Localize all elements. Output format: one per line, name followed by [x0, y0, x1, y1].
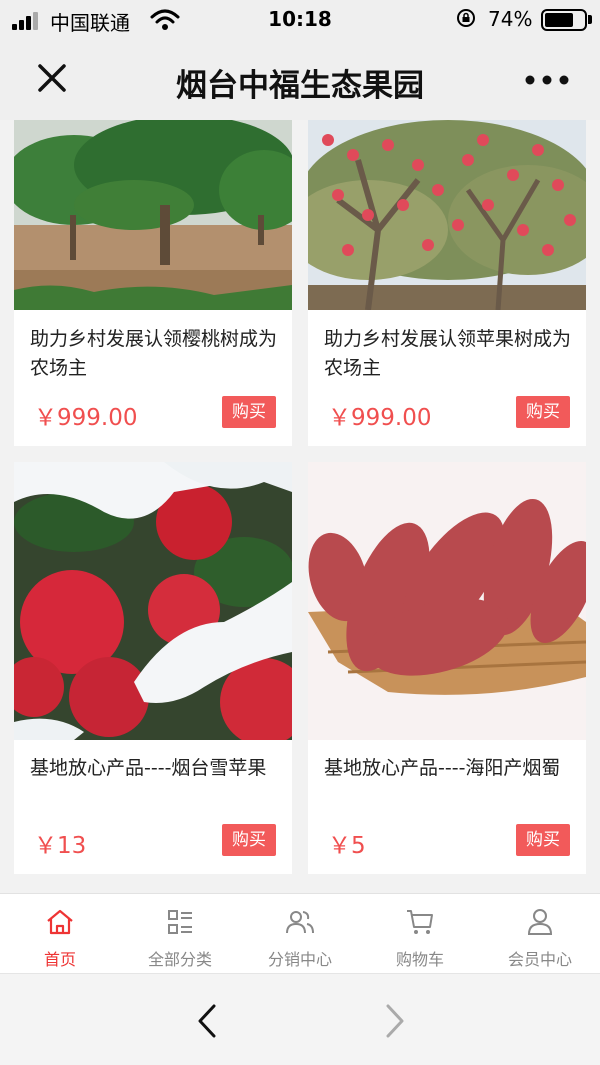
tab-label: 会员中心 [507, 950, 572, 969]
browser-nav-bar [0, 973, 600, 1065]
rotation-lock-icon [457, 9, 475, 27]
user-icon [527, 909, 553, 935]
buy-button[interactable]: 购买 [516, 824, 570, 856]
sweet-potato-photo[interactable] [308, 462, 586, 740]
product-card[interactable]: 助力乡村发展认领苹果树成为农场主 ￥999.00 购买 [308, 120, 586, 446]
product-price: ￥999.00 [34, 405, 138, 431]
buy-button[interactable]: 购买 [516, 396, 570, 428]
battery-level [545, 13, 573, 27]
battery-percent: 74% [488, 7, 533, 31]
battery-icon [541, 9, 587, 31]
home-icon [47, 909, 73, 935]
chevron-right-icon [386, 1004, 404, 1038]
product-title[interactable]: 助力乡村发展认领苹果树成为农场主 [324, 325, 574, 383]
tab-member[interactable]: 会员中心 [480, 894, 600, 974]
page-title: 烟台中福生态果园 [176, 68, 424, 104]
back-button[interactable] [186, 996, 230, 1046]
cart-icon [407, 910, 433, 934]
product-card[interactable]: 基地放心产品----烟台雪苹果 ￥13 购买 [14, 462, 292, 874]
product-title[interactable]: 基地放心产品----海阳产烟蜀 [324, 754, 574, 783]
users-icon [286, 911, 314, 934]
nav-header: 烟台中福生态果园 [0, 40, 600, 120]
buy-button[interactable]: 购买 [222, 824, 276, 856]
tab-cart[interactable]: 购物车 [360, 894, 480, 974]
battery-tip [588, 15, 592, 24]
tab-categories[interactable]: 全部分类 [120, 894, 240, 974]
tab-label: 首页 [43, 950, 76, 969]
status-bar: 中国联通 10:18 74% [0, 0, 600, 40]
tab-label: 分销中心 [267, 950, 332, 969]
product-price: ￥13 [34, 833, 87, 859]
more-button[interactable] [522, 62, 572, 98]
product-title[interactable]: 助力乡村发展认领樱桃树成为农场主 [30, 325, 280, 383]
tab-label: 全部分类 [147, 950, 212, 969]
more-dots-icon [525, 75, 569, 85]
buy-button[interactable]: 购买 [222, 396, 276, 428]
category-icon [168, 910, 192, 934]
chevron-left-icon [198, 1004, 216, 1038]
product-price: ￥5 [328, 833, 366, 859]
bottom-tab-bar: 首页 全部分类 分销中心 购物车 会员中心 [0, 893, 600, 973]
forward-button[interactable] [372, 996, 416, 1046]
product-title[interactable]: 基地放心产品----烟台雪苹果 [30, 754, 280, 783]
apple-tree-photo[interactable] [308, 120, 586, 310]
product-card[interactable]: 基地放心产品----海阳产烟蜀 ￥5 购买 [308, 462, 586, 874]
tab-label: 购物车 [395, 950, 444, 969]
tab-home[interactable]: 首页 [0, 894, 120, 974]
snow-apple-photo[interactable] [14, 462, 292, 740]
product-card[interactable]: 助力乡村发展认领樱桃树成为农场主 ￥999.00 购买 [14, 120, 292, 446]
cherry-tree-photo[interactable] [14, 120, 292, 310]
product-price: ￥999.00 [328, 405, 432, 431]
tab-distribution[interactable]: 分销中心 [240, 894, 360, 974]
product-list[interactable]: 助力乡村发展认领樱桃树成为农场主 ￥999.00 购买 助力乡村发展认领苹果树成… [0, 120, 600, 895]
